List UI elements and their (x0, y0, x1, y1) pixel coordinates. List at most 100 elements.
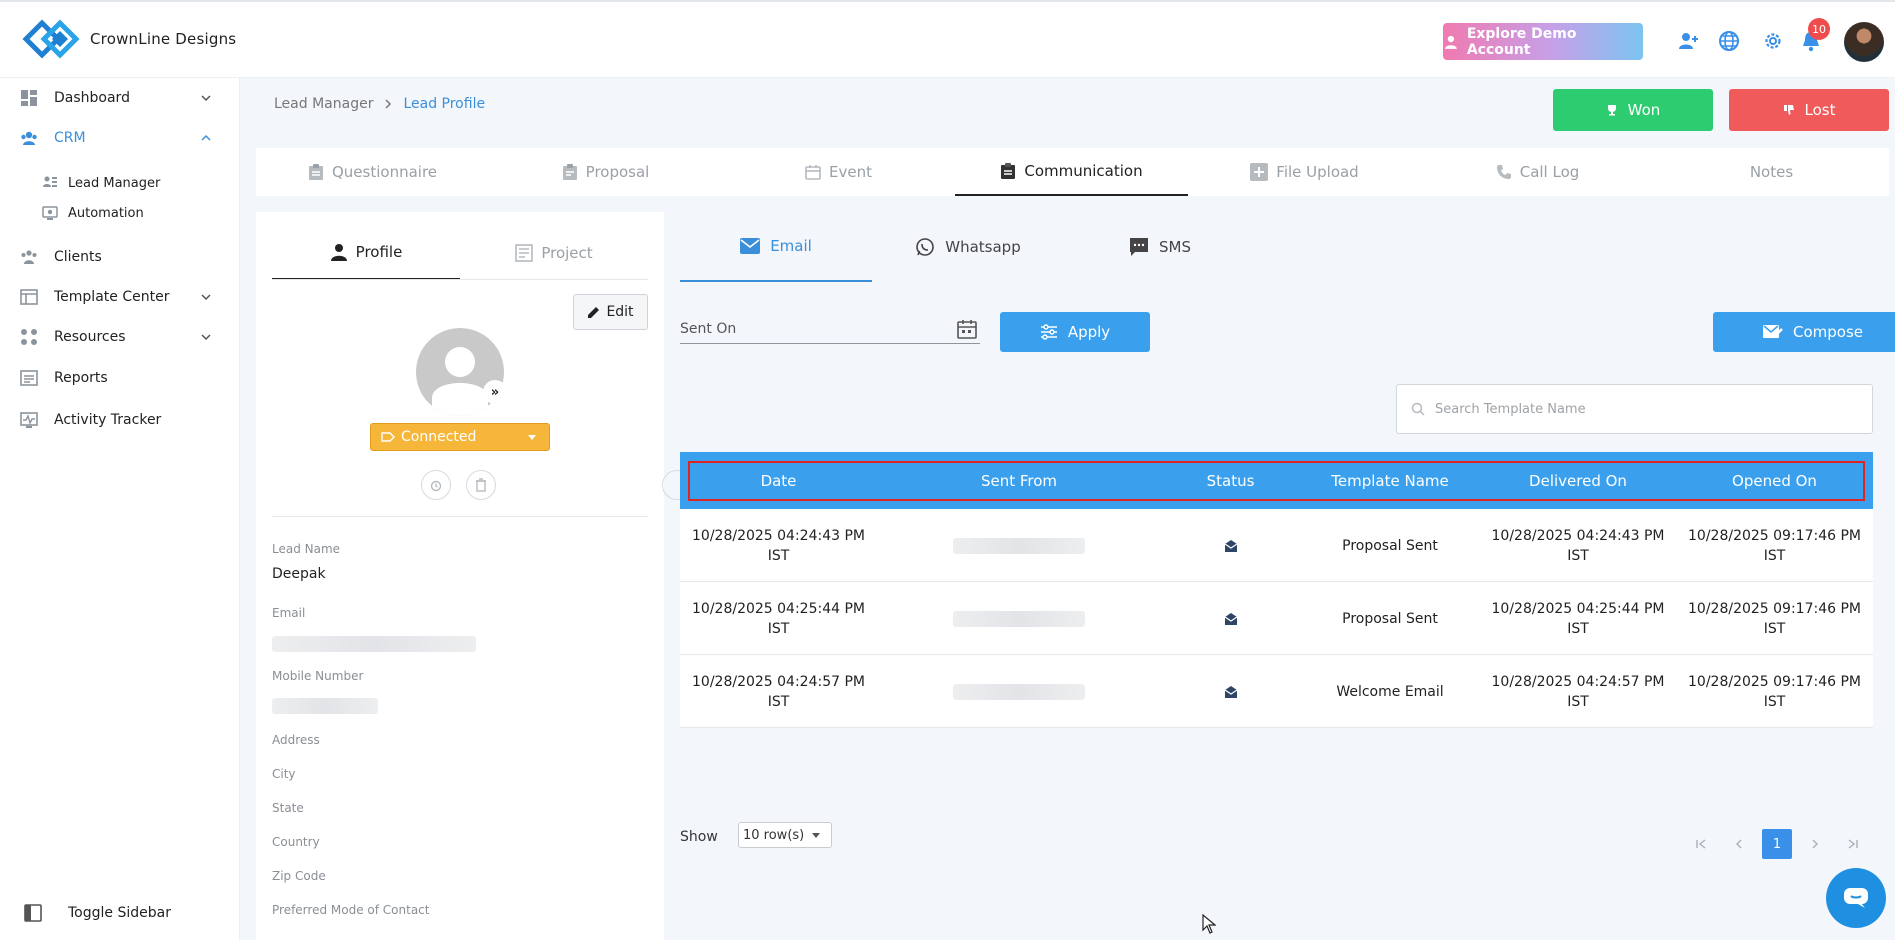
status-dropdown[interactable]: Connected (370, 423, 550, 451)
cell-date: 10/28/2025 04:24:57 PM IST (692, 673, 865, 710)
chat-support-button[interactable] (1826, 868, 1886, 928)
explore-demo-button[interactable]: Explore Demo Account (1443, 23, 1643, 60)
cell-delivered-on: 10/28/2025 04:24:43 PM IST (1491, 527, 1665, 564)
cell-opened-on: 10/28/2025 09:17:46 PM IST (1688, 673, 1861, 710)
alarm-button[interactable] (421, 470, 451, 500)
automation-icon (42, 206, 58, 220)
add-user-icon[interactable] (1676, 29, 1700, 53)
address-label: Address (272, 733, 320, 747)
sidebar-item-activity-tracker[interactable]: Activity Tracker (0, 403, 240, 437)
last-page-button[interactable] (1838, 829, 1868, 859)
table-row[interactable]: 10/28/2025 04:24:43 PM IST Proposal Sent … (680, 509, 1873, 582)
rows-per-page-select[interactable]: 10 row(s) (738, 822, 832, 848)
tab-sms[interactable]: SMS (1064, 212, 1256, 282)
won-button[interactable]: Won (1553, 89, 1713, 131)
sidebar-item-dashboard[interactable]: Dashboard (0, 81, 240, 115)
tab-label: Profile (355, 243, 403, 261)
gear-icon[interactable] (1761, 29, 1785, 53)
user-avatar[interactable] (1844, 22, 1884, 62)
show-label: Show (680, 829, 718, 845)
country-label: Country (272, 835, 320, 849)
cell-sent-from (877, 582, 1161, 655)
sidebar-item-clients[interactable]: Clients (0, 240, 240, 274)
contact-mode-label: Preferred Mode of Contact (272, 903, 430, 917)
calendar-icon[interactable] (957, 319, 977, 339)
column-delivered-on[interactable]: Delivered On (1480, 452, 1676, 509)
email-table: Date Sent From Status Template Name Deli… (680, 452, 1873, 728)
tab-email[interactable]: Email (680, 212, 872, 282)
chevron-left-icon (1736, 839, 1742, 849)
compose-button[interactable]: Compose (1713, 312, 1895, 352)
prev-page-button[interactable] (1724, 829, 1754, 859)
thumbs-down-icon (1783, 105, 1794, 115)
sidebar-item-label: Lead Manager (68, 175, 161, 191)
zip-code-label: Zip Code (272, 869, 326, 883)
clipboard-icon (308, 164, 323, 180)
tab-project[interactable]: Project (460, 226, 648, 280)
sidebar-item-template-center[interactable]: Template Center (0, 280, 240, 314)
column-opened-on[interactable]: Opened On (1676, 452, 1873, 509)
globe-icon[interactable] (1717, 29, 1741, 53)
sent-from-blurred (953, 537, 1085, 554)
sidebar-item-label: Dashboard (54, 90, 130, 106)
sidebar-item-crm[interactable]: CRM (0, 121, 240, 155)
table-row[interactable]: 10/28/2025 04:25:44 PM IST Proposal Sent … (680, 582, 1873, 655)
template-icon (20, 289, 38, 305)
expand-icon[interactable]: » (483, 380, 507, 404)
column-date[interactable]: Date (680, 452, 877, 509)
tab-proposal[interactable]: Proposal (489, 148, 722, 196)
cell-status (1161, 582, 1300, 655)
sidebar: Dashboard CRM Lead Manager Automation Cl… (0, 78, 240, 940)
pencil-icon (588, 306, 600, 318)
column-status[interactable]: Status (1161, 452, 1300, 509)
tab-questionnaire[interactable]: Questionnaire (256, 148, 489, 196)
filter-icon (1040, 324, 1057, 340)
apply-button[interactable]: Apply (1000, 312, 1150, 352)
sidebar-item-reports[interactable]: Reports (0, 361, 240, 395)
lost-label: Lost (1804, 101, 1836, 119)
lost-button[interactable]: Lost (1729, 89, 1889, 131)
brand-name: CrownLine Designs (90, 30, 237, 48)
breadcrumb-lead-manager[interactable]: Lead Manager (274, 96, 373, 112)
lead-tabs: Questionnaire Proposal Event Communicati… (256, 148, 1889, 196)
email-value-blurred (272, 636, 476, 652)
first-page-button[interactable] (1686, 829, 1716, 859)
tab-profile[interactable]: Profile (272, 226, 460, 280)
communication-icon (1001, 163, 1016, 179)
tab-event[interactable]: Event (722, 148, 955, 196)
search-icon (1411, 402, 1425, 416)
edit-button[interactable]: Edit (573, 294, 648, 330)
alarm-icon (430, 480, 442, 492)
notification-badge: 10 (1808, 18, 1830, 40)
caret-down-icon (528, 435, 536, 440)
sidebar-item-resources[interactable]: Resources (0, 320, 240, 354)
tab-file-upload[interactable]: File Upload (1188, 148, 1421, 196)
search-template-box[interactable] (1396, 384, 1873, 434)
sidebar-item-automation[interactable]: Automation (0, 200, 240, 226)
tab-label: Communication (1024, 162, 1143, 180)
chevron-down-icon (201, 95, 211, 102)
chat-icon (1844, 888, 1868, 908)
toggle-sidebar-button[interactable]: Toggle Sidebar (0, 896, 240, 930)
sent-from-blurred (953, 683, 1085, 700)
compose-mail-icon (1762, 325, 1783, 338)
tab-call-log[interactable]: Call Log (1421, 148, 1654, 196)
mobile-value-blurred (272, 698, 378, 714)
sent-on-date-field[interactable]: Sent On (680, 314, 980, 344)
tab-whatsapp[interactable]: Whatsapp (872, 212, 1064, 282)
chevron-right-icon (1812, 839, 1818, 849)
search-template-input[interactable] (1435, 401, 1835, 417)
next-page-button[interactable] (1800, 829, 1830, 859)
cell-opened-on: 10/28/2025 09:17:46 PM IST (1688, 527, 1861, 564)
cell-sent-from (877, 509, 1161, 582)
person-icon (330, 244, 347, 261)
table-row[interactable]: 10/28/2025 04:24:57 PM IST Welcome Email … (680, 655, 1873, 728)
tab-notes[interactable]: Notes (1654, 148, 1889, 196)
column-template-name[interactable]: Template Name (1300, 452, 1480, 509)
tab-communication[interactable]: Communication (955, 148, 1188, 196)
delete-button[interactable] (466, 470, 496, 500)
sidebar-item-lead-manager[interactable]: Lead Manager (0, 170, 240, 196)
column-sent-from[interactable]: Sent From (877, 452, 1161, 509)
brand-logo[interactable]: CrownLine Designs (22, 14, 236, 64)
page-1-button[interactable]: 1 (1762, 829, 1792, 859)
